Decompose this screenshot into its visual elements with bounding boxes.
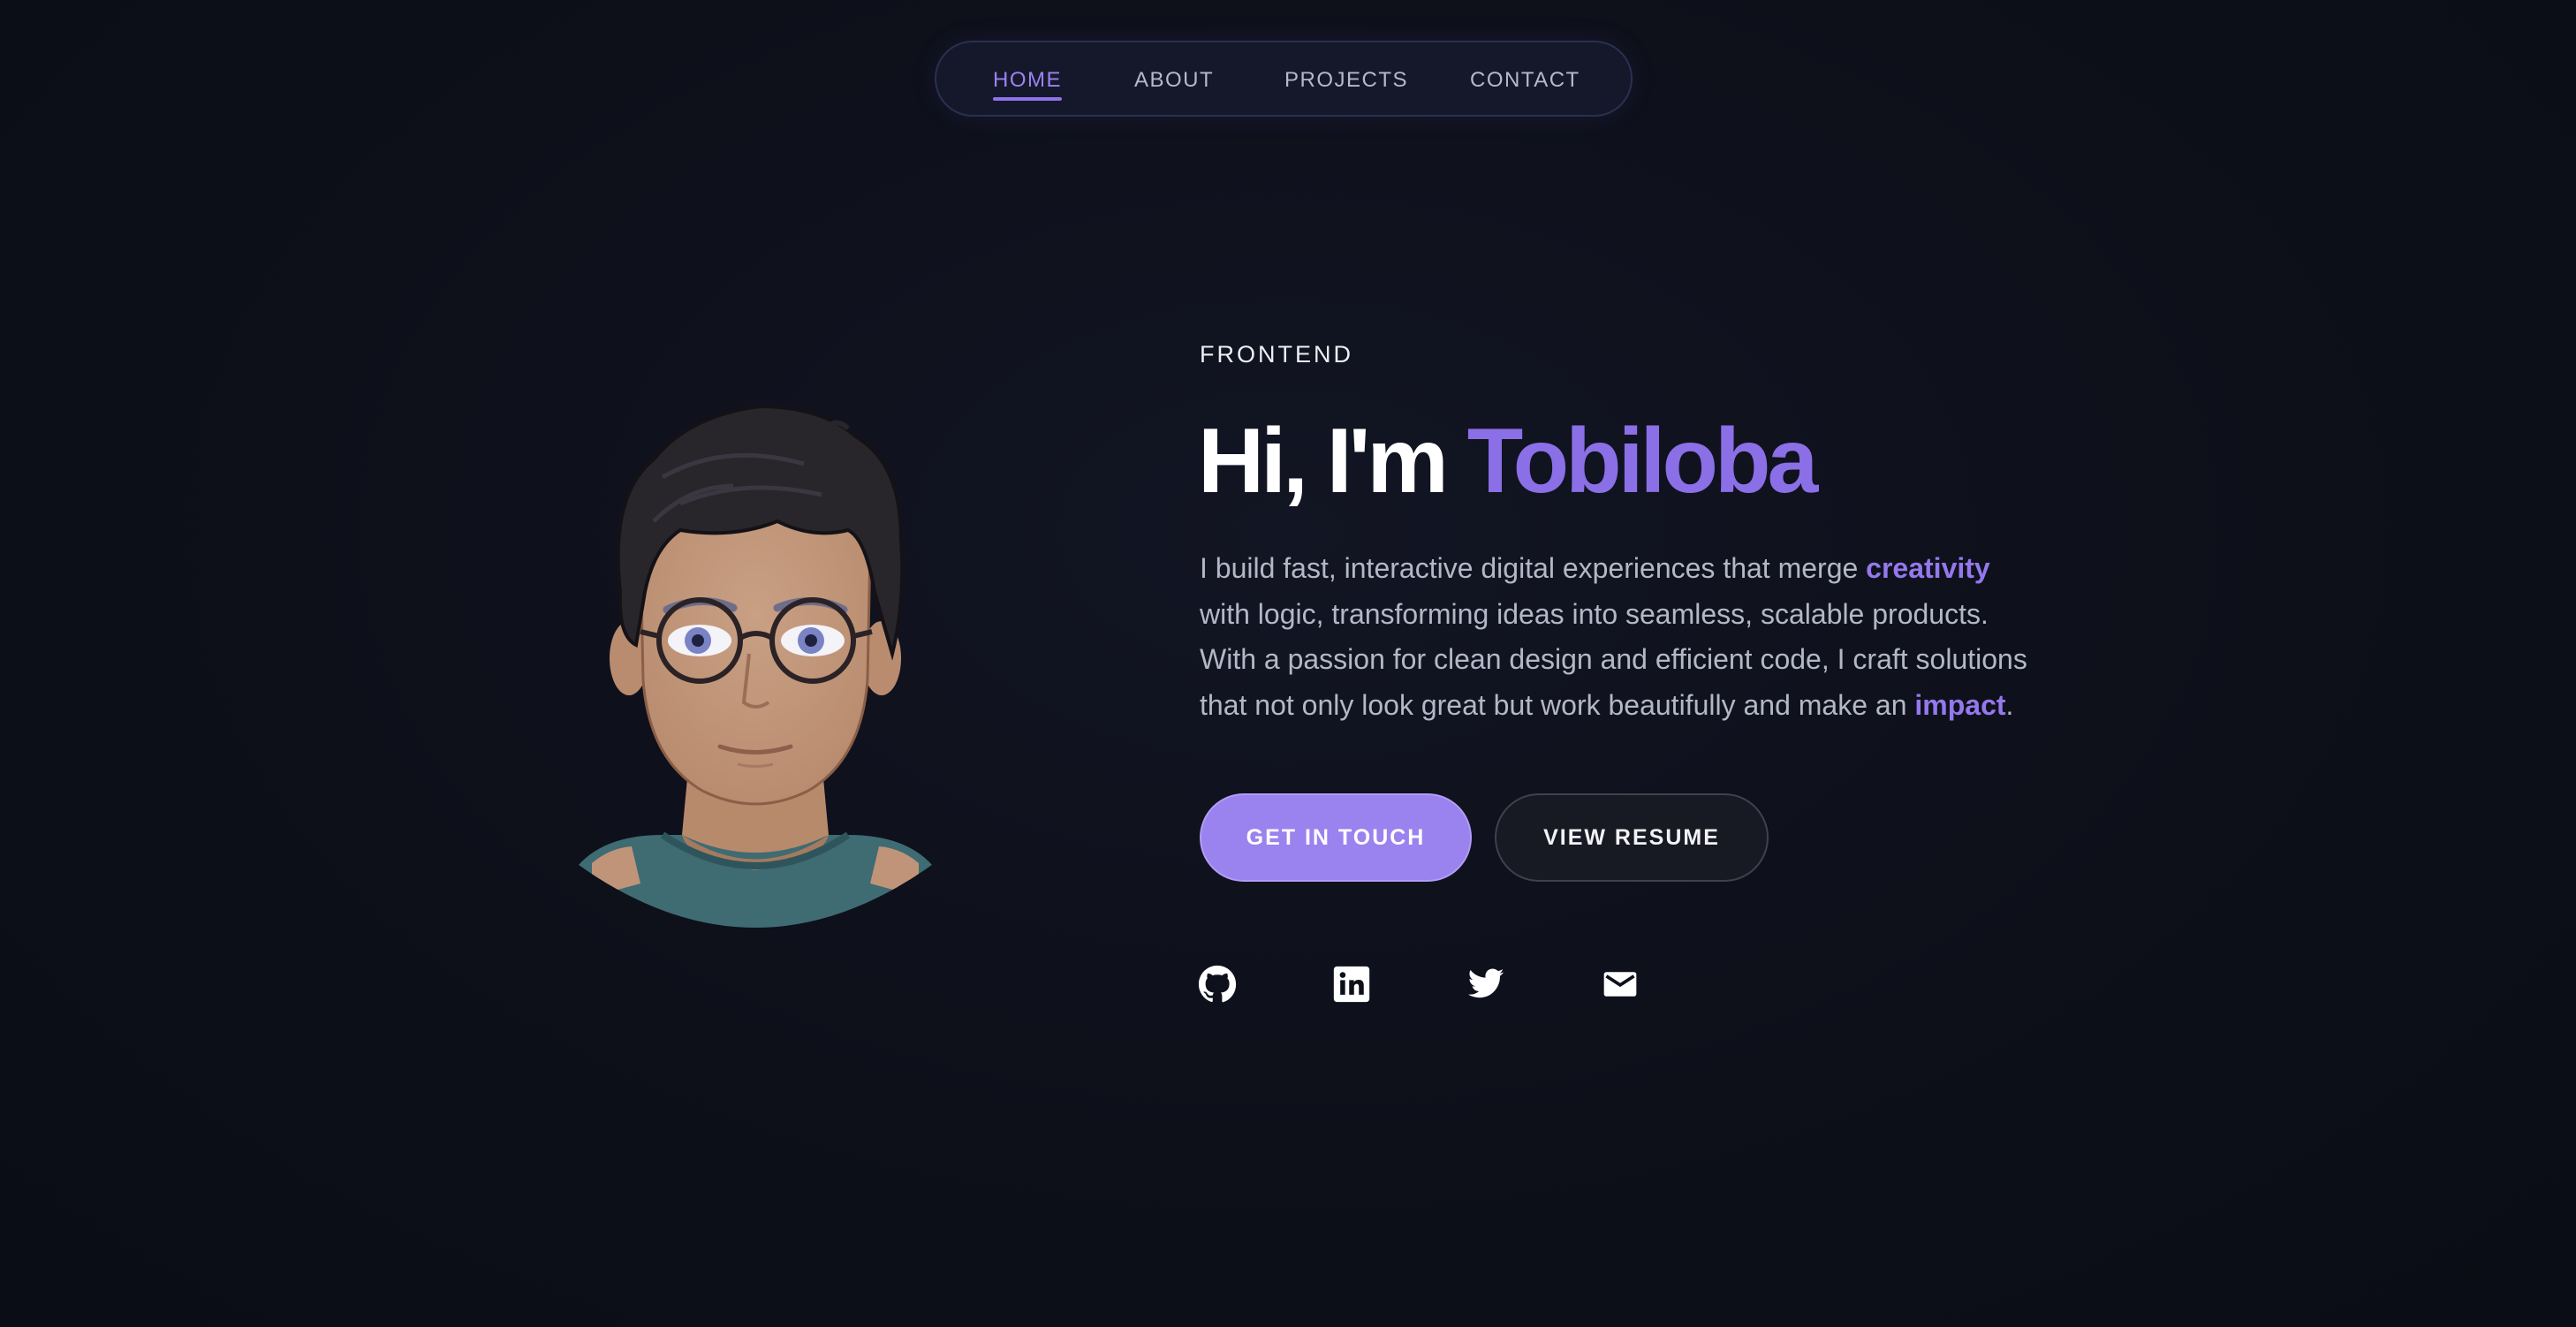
active-indicator: [993, 97, 1062, 101]
linkedin-icon: [1333, 966, 1370, 1003]
bio-text: I build fast, interactive digital experi…: [1200, 552, 1859, 584]
bio-line-3: With a passion for clean design and effi…: [1200, 643, 2027, 675]
twitter-link[interactable]: [1466, 965, 1505, 1004]
main-nav: HOME ABOUT PROJECTS CONTACT: [935, 41, 1633, 117]
mail-link[interactable]: [1601, 965, 1640, 1004]
nav-item-contact[interactable]: CONTACT: [1470, 42, 1580, 118]
bio-highlight-creativity: creativity: [1866, 552, 1990, 584]
github-link[interactable]: [1198, 965, 1237, 1004]
mail-icon: [1603, 972, 1637, 997]
github-icon: [1198, 965, 1237, 1003]
nav-item-about[interactable]: ABOUT: [1134, 42, 1214, 118]
nav-item-home[interactable]: HOME: [993, 42, 1062, 118]
avatar: [557, 389, 954, 945]
nav-item-label: ABOUT: [1134, 68, 1215, 92]
view-resume-button[interactable]: VIEW RESUME: [1495, 793, 1769, 882]
nav-item-projects[interactable]: PROJECTS: [1284, 42, 1408, 118]
eyebrow-label: FRONTEND: [1200, 341, 1353, 368]
bio-paragraph: I build fast, interactive digital experi…: [1200, 546, 2092, 728]
bio-text: that not only look great but work beauti…: [1200, 688, 1907, 721]
nav-item-label: PROJECTS: [1284, 68, 1409, 92]
linkedin-link[interactable]: [1332, 965, 1371, 1004]
bio-line-4: that not only look great but work beauti…: [1200, 683, 2092, 729]
page-title: Hi, I'm Tobiloba: [1198, 408, 1819, 514]
bio-line-2: with logic, transforming ideas into seam…: [1200, 597, 1989, 630]
nav-item-label: HOME: [993, 68, 1062, 92]
twitter-icon: [1467, 968, 1504, 998]
name-text: Tobiloba: [1466, 410, 1819, 512]
get-in-touch-button[interactable]: GET IN TOUCH: [1200, 793, 1472, 882]
avatar-illustration: [557, 404, 954, 928]
bio-line-1: I build fast, interactive digital experi…: [1200, 546, 2092, 592]
nav-item-label: CONTACT: [1470, 68, 1580, 92]
bio-highlight-impact: impact: [1914, 688, 2006, 721]
bio-period: .: [2005, 688, 2014, 721]
greeting-text: Hi, I'm: [1198, 410, 1449, 512]
